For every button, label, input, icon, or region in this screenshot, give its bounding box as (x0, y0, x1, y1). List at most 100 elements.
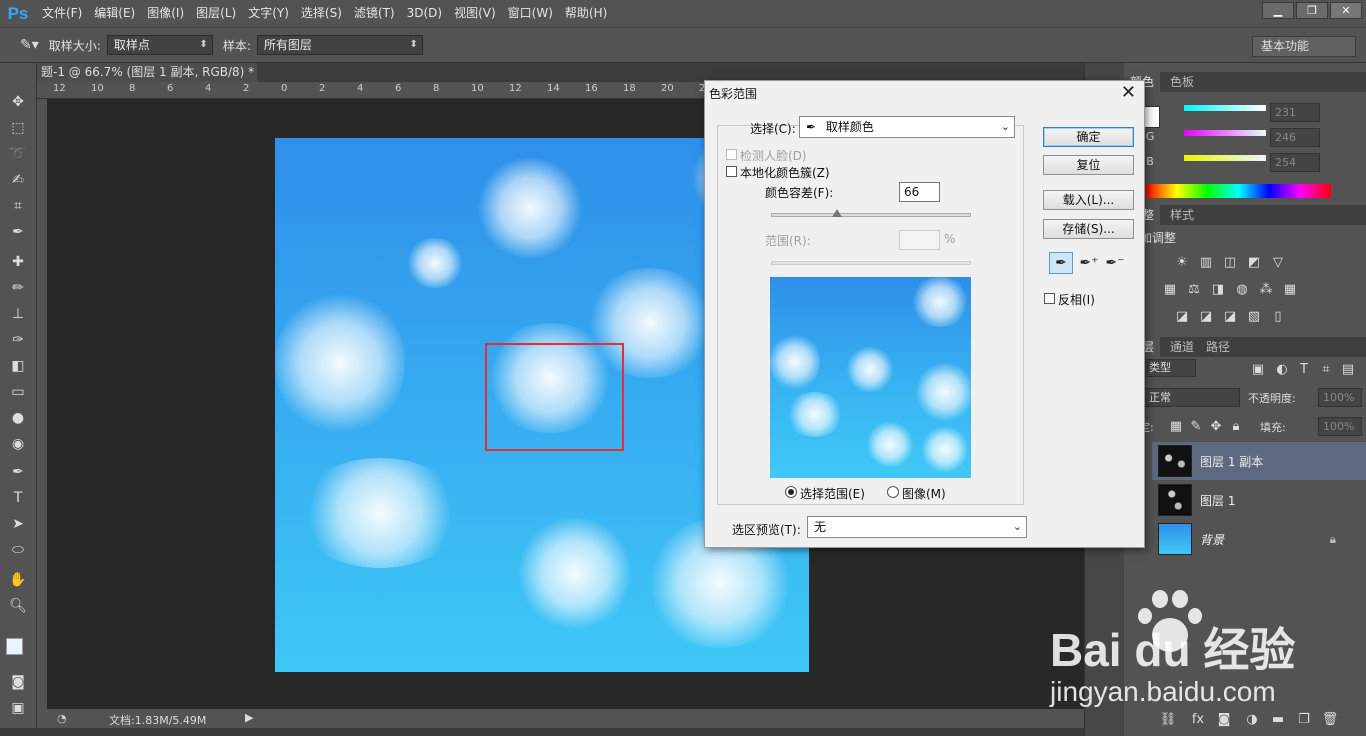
dodge-tool-icon[interactable]: ◉ (7, 433, 29, 455)
r-value-input[interactable]: 231 (1270, 103, 1320, 122)
crop-tool-icon[interactable]: ⌗ (7, 195, 29, 217)
menu-view[interactable]: 视图(V) (448, 0, 502, 27)
lock-pixels-icon[interactable]: ✎ (1188, 419, 1204, 434)
blend-mode-select[interactable]: 正常 (1144, 388, 1240, 407)
shape-filter-icon[interactable]: ⌗ (1318, 362, 1334, 377)
b-slider[interactable] (1184, 155, 1266, 161)
lock-all-icon[interactable]: 🔒︎ (1228, 419, 1244, 434)
invert-checkbox[interactable] (1044, 293, 1055, 304)
layer-name[interactable]: 图层 1 (1200, 492, 1235, 509)
localized-clusters-checkbox[interactable] (726, 166, 737, 177)
color-balance-icon[interactable]: ⚖ (1186, 282, 1202, 297)
eraser-tool-icon[interactable]: ◧ (7, 355, 29, 377)
eyedropper-tool-icon[interactable]: ✒ (7, 221, 29, 243)
pixel-filter-icon[interactable]: ▣ (1250, 362, 1266, 377)
path-select-icon[interactable]: ➤ (7, 513, 29, 535)
range-input[interactable] (899, 230, 940, 250)
hue-saturation-icon[interactable]: ▦ (1162, 282, 1178, 297)
invert-adj-icon[interactable]: ◪ (1174, 309, 1190, 324)
minimize-button[interactable]: ▁ (1262, 2, 1294, 19)
layer-name[interactable]: 背景 (1200, 531, 1224, 548)
move-tool-icon[interactable]: ✥ (7, 91, 29, 113)
tab-swatches[interactable]: 色板 (1164, 72, 1200, 92)
quick-mask-icon[interactable]: ◙ (7, 671, 29, 693)
menu-help[interactable]: 帮助(H) (559, 0, 613, 27)
fuzziness-input[interactable]: 66 (899, 182, 940, 202)
layer-name[interactable]: 图层 1 副本 (1200, 453, 1263, 470)
posterize-icon[interactable]: ◪ (1198, 309, 1214, 324)
doc-info-icon[interactable]: ◔ (57, 712, 67, 725)
layer-style-icon[interactable]: fx (1190, 712, 1206, 727)
close-window-button[interactable]: ✕ (1330, 2, 1362, 19)
status-menu-arrow-icon[interactable]: ▶ (245, 711, 253, 724)
tab-channels[interactable]: 通道 (1164, 337, 1200, 357)
new-adjustment-icon[interactable]: ◑ (1244, 712, 1260, 727)
new-layer-icon[interactable]: ❐ (1296, 712, 1312, 727)
menu-filter[interactable]: 滤镜(T) (348, 0, 401, 27)
channel-mixer-icon[interactable]: ⁂ (1258, 282, 1274, 297)
eyedropper-tool-icon[interactable]: ✎▾ (20, 37, 39, 53)
reset-button[interactable]: 复位 (1043, 155, 1134, 175)
workspace-select[interactable]: 基本功能 (1252, 36, 1356, 57)
ok-button[interactable]: 确定 (1043, 127, 1134, 147)
color-lookup-icon[interactable]: ▦ (1282, 282, 1298, 297)
brush-tool-icon[interactable]: ✏ (7, 277, 29, 299)
opacity-input[interactable]: 100% (1318, 388, 1362, 407)
save-button[interactable]: 存储(S)... (1043, 219, 1134, 239)
delete-layer-icon[interactable]: 🗑︎ (1322, 712, 1339, 727)
r-slider[interactable] (1184, 105, 1266, 111)
black-white-icon[interactable]: ◨ (1210, 282, 1226, 297)
g-slider[interactable] (1184, 130, 1266, 136)
quick-select-tool-icon[interactable]: ✍ (7, 169, 29, 191)
stamp-tool-icon[interactable]: ⊥ (7, 303, 29, 325)
type-filter-icon[interactable]: T (1296, 362, 1312, 377)
type-tool-icon[interactable]: T (7, 487, 29, 509)
b-value-input[interactable]: 254 (1270, 153, 1320, 172)
adjustment-filter-icon[interactable]: ◐ (1274, 362, 1290, 377)
subtract-from-sample-icon[interactable]: ✒⁻ (1103, 252, 1127, 274)
menu-window[interactable]: 窗口(W) (502, 0, 559, 27)
screen-mode-icon[interactable]: ▣ (7, 697, 29, 719)
sample-size-select[interactable]: 取样点 (106, 35, 213, 55)
threshold-icon[interactable]: ◪ (1222, 309, 1238, 324)
photo-filter-icon[interactable]: ◍ (1234, 282, 1250, 297)
range-slider[interactable] (771, 261, 971, 265)
fill-input[interactable]: 100% (1318, 417, 1362, 436)
curves-icon[interactable]: ◫ (1222, 255, 1238, 270)
foreground-color-swatch[interactable] (6, 638, 23, 655)
marquee-tool-icon[interactable]: ⬚ (7, 117, 29, 139)
detect-faces-checkbox[interactable] (726, 149, 737, 160)
brightness-icon[interactable]: ☀ (1174, 255, 1190, 270)
layer-filter-select[interactable]: 类型 (1144, 359, 1196, 377)
zoom-tool-icon[interactable]: 🔍︎ (7, 595, 29, 617)
lock-transparent-icon[interactable]: ▦ (1168, 419, 1184, 434)
menu-file[interactable]: 文件(F) (36, 0, 88, 27)
menu-edit[interactable]: 编辑(E) (88, 0, 141, 27)
layer-row[interactable]: 背景 🔒︎ (1152, 520, 1366, 558)
load-button[interactable]: 载入(L)... (1043, 190, 1134, 210)
menu-image[interactable]: 图像(I) (141, 0, 190, 27)
selection-preview[interactable] (770, 277, 971, 478)
color-spectrum[interactable] (1146, 184, 1331, 198)
image-radio[interactable] (887, 486, 899, 498)
dialog-close-icon[interactable]: ✕ (1121, 82, 1136, 103)
menu-select[interactable]: 选择(S) (295, 0, 348, 27)
menu-3d[interactable]: 3D(D) (401, 0, 448, 27)
menu-type[interactable]: 文字(Y) (242, 0, 295, 27)
smart-object-filter-icon[interactable]: ▤ (1340, 362, 1356, 377)
menu-layer[interactable]: 图层(L) (190, 0, 242, 27)
hand-tool-icon[interactable]: ✋ (7, 569, 29, 591)
eyedropper-icon[interactable]: ✒ (1049, 252, 1073, 274)
select-dropdown[interactable]: ✒ 取样颜色 ⌄ (799, 116, 1015, 138)
g-value-input[interactable]: 246 (1270, 128, 1320, 147)
gradient-tool-icon[interactable]: ▭ (7, 381, 29, 403)
ellipse-tool-icon[interactable]: ⬭ (7, 539, 29, 561)
lock-position-icon[interactable]: ✥ (1208, 419, 1224, 434)
new-group-icon[interactable]: ▬ (1270, 712, 1286, 727)
sample-select[interactable]: 所有图层 (256, 35, 423, 55)
layer-row[interactable]: 图层 1 (1152, 481, 1366, 519)
vibrance-icon[interactable]: ▽ (1270, 255, 1286, 270)
selection-preview-select[interactable]: 无 ⌄ (807, 516, 1027, 538)
link-layers-icon[interactable]: ⛓ (1160, 712, 1177, 727)
tab-paths[interactable]: 路径 (1200, 337, 1236, 357)
